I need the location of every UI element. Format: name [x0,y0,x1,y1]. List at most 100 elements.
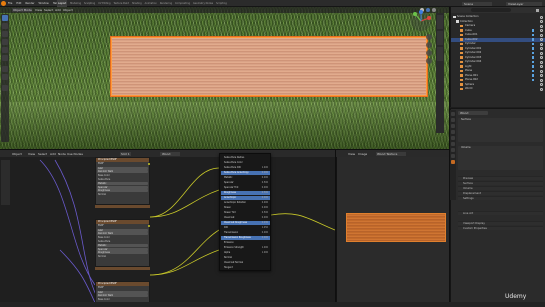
outliner-search-icon[interactable] [471,8,511,12]
modifier-icon[interactable] [531,69,534,73]
popup-menu-item[interactable]: Emission [221,241,270,245]
menu-window[interactable]: Window [39,0,49,7]
tab-uv-editing[interactable]: UV Editing [98,0,110,7]
popup-menu-item[interactable]: Subsurface Radius [221,156,270,160]
blender-logo-icon[interactable] [1,1,6,6]
object-tab-icon[interactable] [451,142,455,146]
visibility-eye-icon[interactable] [540,33,543,37]
menu-render[interactable]: Render [25,0,34,7]
modifier-icon[interactable] [531,51,534,55]
popup-menu-item[interactable]: Transmission Roughness 0.000 [221,236,270,240]
add-cube-tool-icon[interactable] [2,85,8,91]
outliner-item[interactable]: Plane.001 [451,74,545,78]
node-metallic-field[interactable]: Metallic [97,244,148,247]
node-output-socket[interactable] [148,225,150,227]
outliner-item[interactable]: Cube.002 [451,37,545,42]
visibility-eye-icon[interactable] [540,56,543,59]
visibility-eye-icon[interactable] [540,83,543,86]
modifier-icon[interactable] [531,60,534,64]
physics-tab-icon[interactable] [451,154,455,158]
surface-panel-header[interactable]: Surface [458,118,543,122]
popup-menu-item[interactable]: Sheen Tint 0.500 [221,211,270,215]
outliner-item[interactable]: Cylinder.002 [451,51,545,55]
popup-menu-item[interactable]: Subsurface Anisotropy 0.000 [221,171,270,175]
viewport-menu-object[interactable]: Object [63,8,73,12]
visibility-eye-icon[interactable] [540,78,543,82]
tab-scripting[interactable]: Scripting [216,0,227,7]
visibility-eye-icon[interactable] [540,20,543,23]
prop-row-line-art[interactable]: Line Art [458,211,543,215]
modifier-icon[interactable] [531,65,534,68]
visibility-eye-icon[interactable] [540,65,543,68]
navigation-gizmo-icon[interactable] [410,10,432,32]
outliner-item[interactable]: Cylinder [451,42,545,46]
modifier-icon[interactable] [531,38,534,41]
viewport-menu-view[interactable]: View [35,8,42,12]
visibility-eye-icon[interactable] [540,60,543,64]
camera-view-icon[interactable] [426,50,432,56]
visibility-eye-icon[interactable] [540,29,543,32]
outliner-item[interactable]: Plane.002 [451,78,545,82]
modifier-icon[interactable] [531,29,534,32]
popup-menu-item[interactable]: Specular Tint 0.000 [221,186,270,190]
view-layer-selector[interactable]: ViewLayer [506,1,542,6]
pan-hand-icon[interactable] [426,42,432,48]
visibility-eye-icon[interactable] [540,87,543,91]
image-name-field[interactable]: Wood Texture [376,151,406,156]
popup-menu-item[interactable]: Clearcoat 0.000 [221,216,270,220]
sidebar-tab-item[interactable] [437,15,443,29]
outliner-item[interactable]: Plane [451,69,545,73]
popup-menu-item[interactable]: Metallic 0.000 [221,176,270,180]
outliner-item[interactable]: Cylinder.004 [451,60,545,64]
popup-menu-item[interactable]: Tangent [221,266,270,270]
popup-menu-item[interactable]: Anisotropic Rotation 0.000 [221,201,270,205]
popup-menu-item[interactable]: Clearcoat Normal [221,261,270,265]
tab-geometry-nodes[interactable]: Geometry Nodes [193,0,213,7]
popup-menu-item[interactable]: Sheen 0.000 [221,206,270,210]
viewport-menu-add[interactable]: Add [55,8,61,12]
node-metallic-field[interactable]: Metallic [97,182,148,185]
outliner-item[interactable]: World [451,87,545,91]
node-output-socket[interactable] [148,163,150,165]
outliner-item[interactable]: Cylinder.003 [451,56,545,60]
principled-bsdf-node-2[interactable]: Principled BSDF BSDF GGX Random Walk Bas… [95,219,150,267]
prop-row-volume[interactable]: Volume [458,186,543,190]
modifier-icon[interactable] [531,42,534,46]
modifier-icon[interactable] [531,33,534,37]
perspective-grid-icon[interactable] [426,58,432,64]
modifier-icon[interactable] [531,78,534,82]
image-menu-view[interactable]: View [348,152,355,156]
scene-selector[interactable]: Scene [462,1,492,6]
scale-tool-icon[interactable] [2,47,8,53]
modifier-icon[interactable] [531,74,534,77]
visibility-eye-icon[interactable] [540,24,543,28]
tool-tab-icon[interactable] [451,112,455,116]
viewport-menu-select[interactable]: Select [44,8,53,12]
popup-menu-item[interactable]: Normal [221,256,270,260]
tab-layout[interactable]: Layout [57,0,68,7]
shading-rendered-icon[interactable] [432,8,436,12]
world-tab-icon[interactable] [451,136,455,140]
menu-edit[interactable]: Edit [16,0,21,7]
popup-menu-item[interactable]: IOR 1.450 [221,226,270,230]
outliner-item[interactable]: Cube [451,29,545,33]
annotate-tool-icon[interactable] [2,66,8,72]
transform-tool-icon[interactable] [2,55,8,61]
render-tab-icon[interactable] [451,118,455,122]
selected-plank-object[interactable] [110,36,428,97]
tab-compositing[interactable]: Compositing [175,0,190,7]
outliner-item[interactable]: Light [451,65,545,69]
visibility-eye-icon[interactable] [540,69,543,73]
volume-panel-header[interactable]: Volume [458,146,543,150]
material-tab-icon[interactable] [451,160,455,164]
measure-tool-icon[interactable] [2,74,8,80]
popup-menu-item[interactable]: Subsurface IOR 1.400 [221,166,270,170]
visibility-eye-icon[interactable] [540,42,543,46]
visibility-eye-icon[interactable] [540,38,543,41]
material-name-field[interactable]: Wood [458,111,488,115]
visibility-eye-icon[interactable] [540,15,543,19]
cursor-tool-icon[interactable] [2,23,8,29]
outliner-item[interactable]: Scene Collection [451,15,545,19]
tab-modeling[interactable]: Modeling [70,0,81,7]
modifier-tab-icon[interactable] [451,148,455,152]
